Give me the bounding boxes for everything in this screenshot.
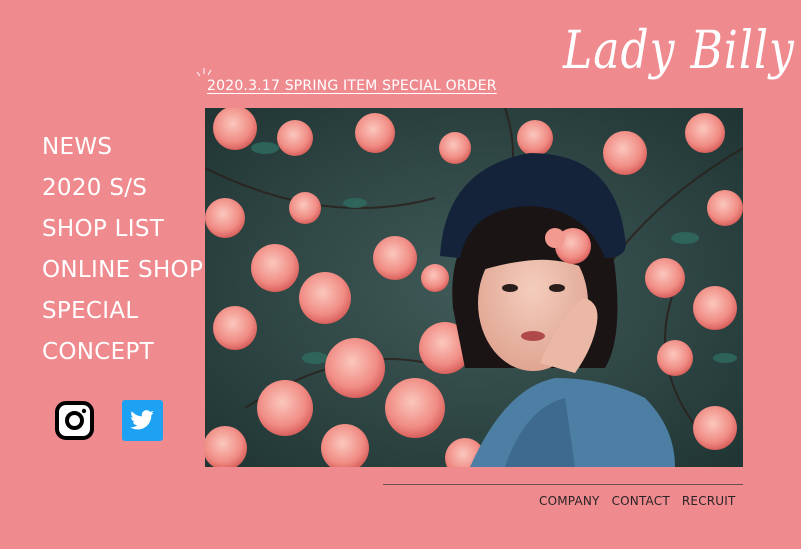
footer-links: COMPANY CONTACT RECRUIT <box>539 494 736 508</box>
nav-item-shop-list[interactable]: SHOP LIST <box>42 212 203 253</box>
footer-divider <box>383 484 743 485</box>
nav-item-online-shop[interactable]: ONLINE SHOP <box>42 253 203 294</box>
social-links <box>54 400 163 441</box>
hero-photo <box>205 108 743 467</box>
main-nav: NEWS 2020 S/S SHOP LIST ONLINE SHOP SPEC… <box>42 130 203 376</box>
twitter-icon[interactable] <box>122 400 163 441</box>
nav-item-2020-ss[interactable]: 2020 S/S <box>42 171 203 212</box>
nav-item-special[interactable]: SPECIAL <box>42 294 203 335</box>
brand-logo[interactable]: Lady Billy <box>563 20 795 81</box>
footer-link-contact[interactable]: CONTACT <box>612 494 670 508</box>
nav-item-news[interactable]: NEWS <box>42 130 203 171</box>
footer-link-recruit[interactable]: RECRUIT <box>682 494 736 508</box>
nav-item-concept[interactable]: CONCEPT <box>42 335 203 376</box>
instagram-icon[interactable] <box>54 400 95 441</box>
news-headline-link[interactable]: 2020.3.17 SPRING ITEM SPECIAL ORDER <box>207 78 497 94</box>
footer-link-company[interactable]: COMPANY <box>539 494 600 508</box>
sparkle-icon <box>197 68 212 77</box>
